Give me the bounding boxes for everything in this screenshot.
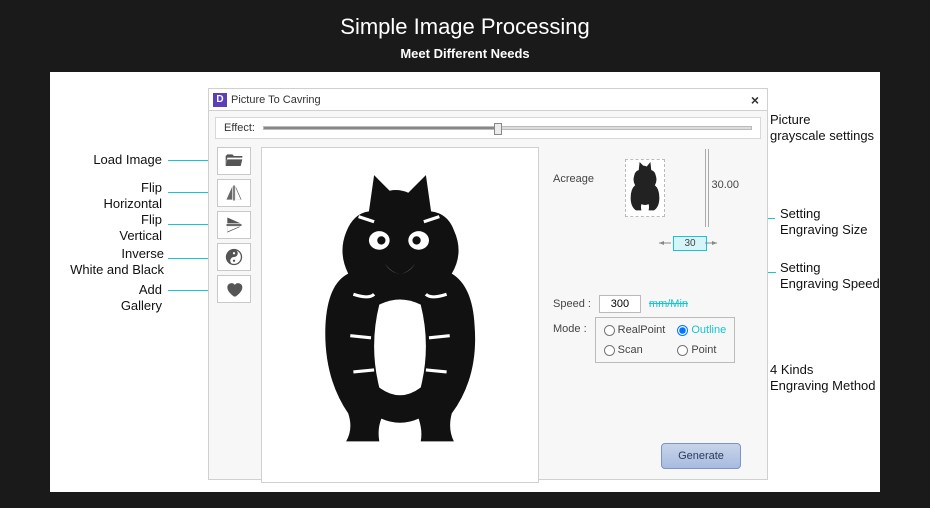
yin-yang-icon (224, 247, 244, 267)
dialog-title: Picture To Cavring (231, 94, 321, 106)
flip-vertical-icon (224, 215, 244, 235)
panel: Load Image Flip Horizontal Flip Vertical… (50, 72, 880, 492)
slider-thumb[interactable] (494, 123, 502, 135)
load-image-button[interactable] (217, 147, 251, 175)
effect-slider-row: Effect: (215, 117, 761, 139)
generate-button[interactable]: Generate (661, 443, 741, 469)
speed-row: Speed : mm/Min (553, 295, 688, 313)
page-subtitle: Meet Different Needs (0, 40, 930, 73)
mode-label: Mode : (553, 317, 587, 363)
titlebar: D Picture To Cavring × (209, 89, 767, 111)
effect-label: Effect: (224, 122, 255, 134)
speed-input[interactable] (599, 295, 641, 313)
callout-inverse: Inverse White and Black (44, 246, 164, 277)
settings-column: Acreage 30.00 30 (547, 147, 759, 483)
height-value: 30.00 (711, 179, 739, 191)
close-icon[interactable]: × (747, 93, 763, 107)
mode-options: RealPoint Outline Scan Point (595, 317, 736, 363)
page-title: Simple Image Processing (0, 0, 930, 40)
heart-icon (224, 279, 244, 299)
speed-unit: mm/Min (649, 298, 688, 310)
callout-flip-h: Flip Horizontal (52, 180, 162, 211)
callout-add-gallery: Add Gallery (52, 282, 162, 313)
height-dimension-line (705, 149, 709, 227)
acreage-preview: 30.00 30 (613, 149, 677, 227)
folder-open-icon (224, 151, 244, 171)
callout-size: Setting Engraving Size (780, 206, 890, 237)
add-gallery-button[interactable] (217, 275, 251, 303)
callout-method: 4 Kinds Engraving Method (770, 362, 890, 393)
inverse-button[interactable] (217, 243, 251, 271)
mode-row: Mode : RealPoint Outline Scan Point (553, 317, 735, 363)
effect-slider[interactable] (263, 126, 752, 130)
width-dimension-line (659, 241, 717, 245)
toolbar (217, 147, 253, 483)
callout-grayscale: Picture grayscale settings (770, 112, 890, 143)
mode-outline[interactable]: Outline (677, 324, 726, 336)
callout-speed: Setting Engraving Speed (780, 260, 890, 291)
flip-vertical-button[interactable] (217, 211, 251, 239)
acreage-label: Acreage (553, 173, 594, 185)
mode-realpoint[interactable]: RealPoint (604, 324, 666, 336)
callout-load-image: Load Image (52, 152, 162, 168)
thumbnail-image (627, 162, 663, 214)
preview-canvas (261, 147, 539, 483)
callout-flip-v: Flip Vertical (52, 212, 162, 243)
flip-horizontal-icon (224, 183, 244, 203)
app-icon: D (213, 93, 227, 107)
flip-horizontal-button[interactable] (217, 179, 251, 207)
speed-label: Speed : (553, 298, 591, 310)
preview-image (295, 170, 505, 460)
mode-point[interactable]: Point (677, 344, 726, 356)
mode-scan[interactable]: Scan (604, 344, 666, 356)
dialog-window: D Picture To Cavring × Effect: (208, 88, 768, 480)
